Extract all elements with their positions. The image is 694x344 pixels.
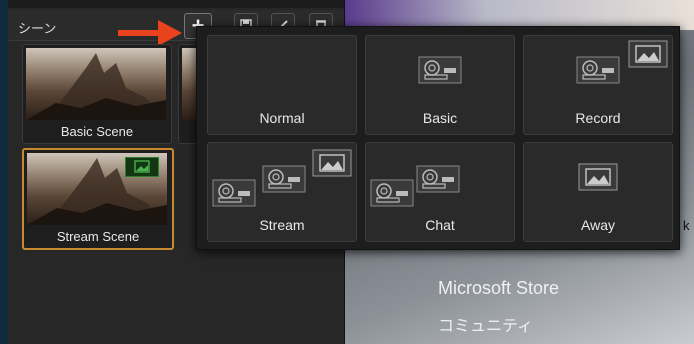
image-icon (578, 163, 618, 191)
template-label: Chat (425, 217, 455, 233)
webcam-icon (416, 165, 460, 193)
template-normal[interactable]: Normal (207, 35, 357, 135)
panel-top-bar (8, 0, 344, 8)
webcam-icon (418, 56, 462, 84)
scenes-title: シーン (18, 21, 57, 36)
edge-text: k (683, 218, 690, 233)
webcam-icon (212, 179, 256, 207)
image-source-badge (125, 157, 159, 177)
template-stream[interactable]: Stream (207, 142, 357, 242)
template-label: Normal (259, 110, 305, 126)
template-record[interactable]: Record (523, 35, 673, 135)
scene-label: Stream Scene (56, 229, 140, 244)
webcam-icon (262, 165, 306, 193)
image-icon (628, 40, 668, 68)
webcam-icon (370, 179, 414, 207)
template-away[interactable]: Away (523, 142, 673, 242)
webcam-icon (576, 56, 620, 84)
scene-basic[interactable]: Basic Scene (22, 44, 172, 144)
template-label: Record (575, 110, 621, 126)
image-icon (312, 149, 352, 177)
template-chat[interactable]: Chat (365, 142, 515, 242)
scene-template-popup: Normal Basic Record Stream Chat Away (196, 26, 680, 250)
template-label: Basic (422, 110, 458, 126)
scene-label: Basic Scene (60, 124, 134, 139)
store-subtitle: コミュニティ (438, 318, 534, 335)
template-basic[interactable]: Basic (365, 35, 515, 135)
template-label: Away (581, 217, 615, 233)
image-icon (134, 160, 150, 173)
store-title: Microsoft Store (438, 278, 560, 298)
scene-stream[interactable]: Stream Scene (22, 148, 174, 250)
scene-thumbnail (26, 48, 166, 120)
template-label: Stream (259, 217, 305, 233)
scene-thumbnail (27, 153, 167, 225)
window-edge (0, 0, 8, 344)
